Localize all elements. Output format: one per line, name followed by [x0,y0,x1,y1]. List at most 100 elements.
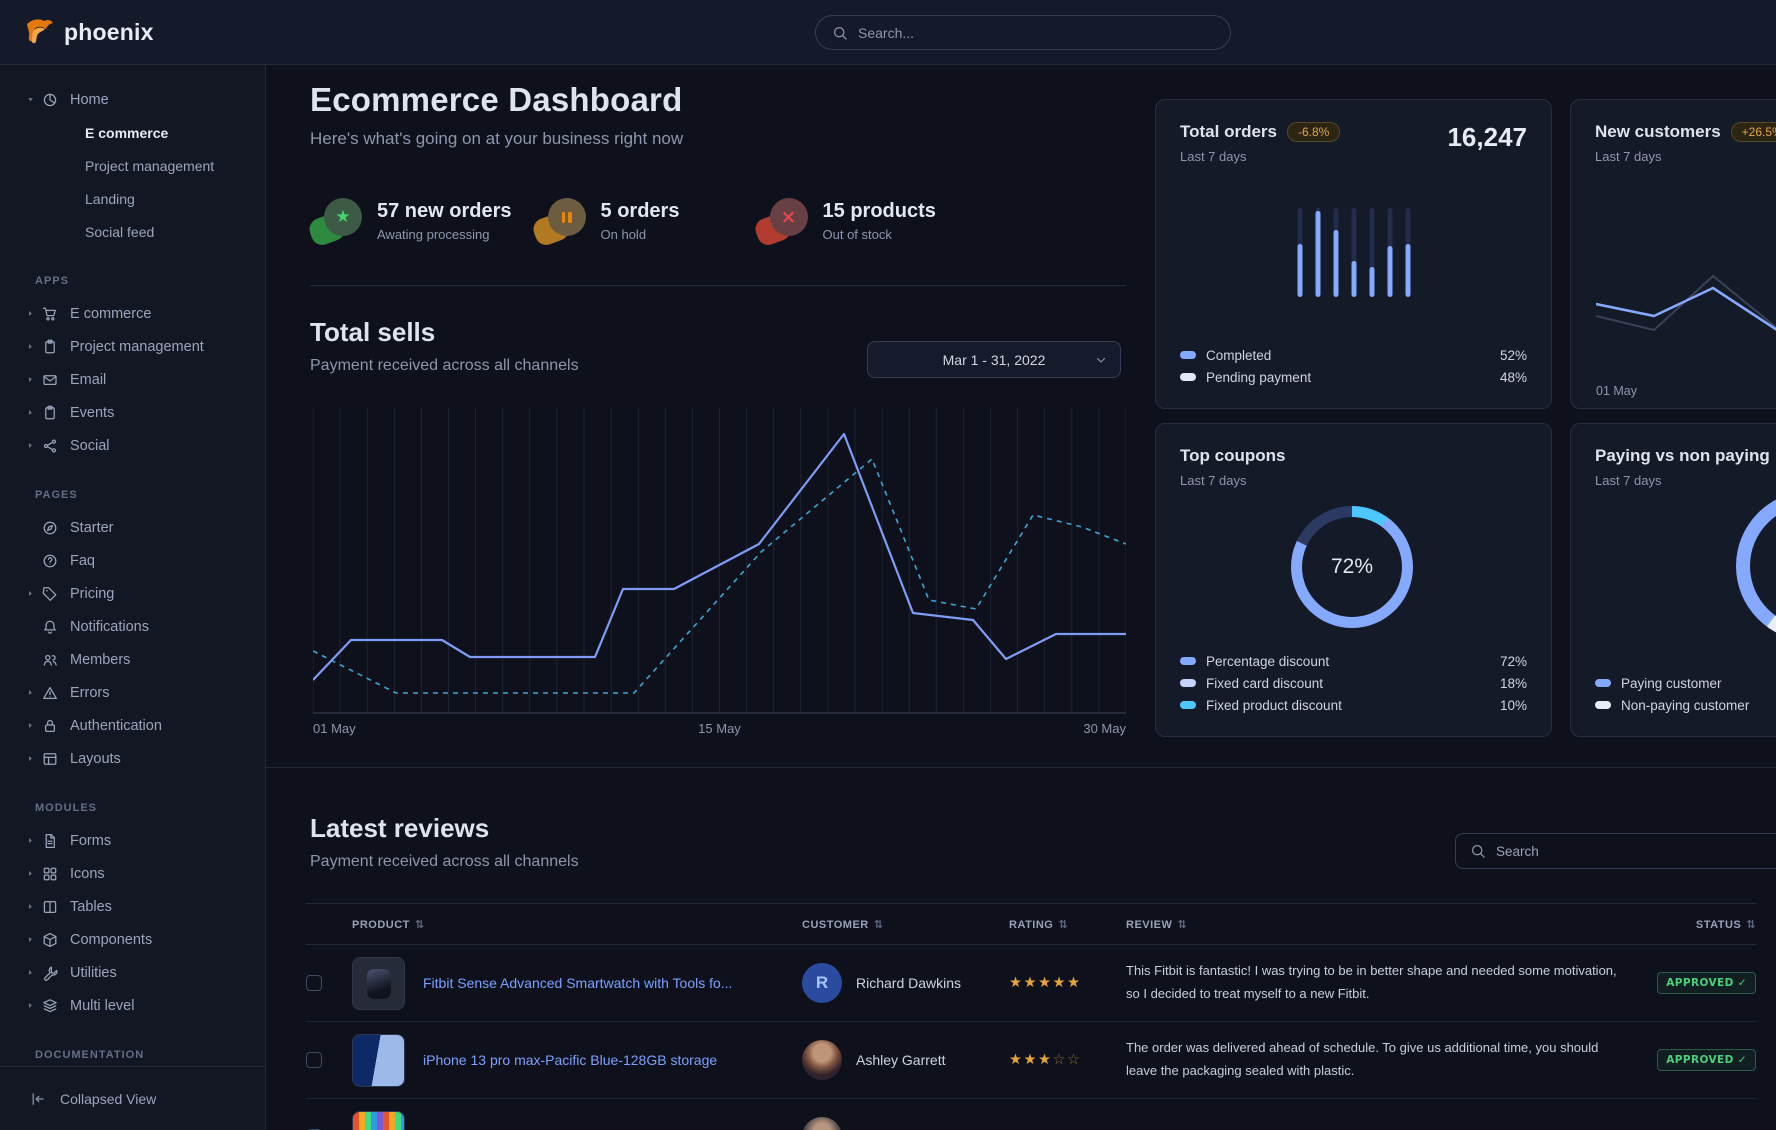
sidebar-item-tables[interactable]: Tables [0,890,265,923]
rating-stars: ★★★☆☆ [1009,1052,1082,1068]
sidebar-item-forms[interactable]: Forms [0,824,265,857]
sidebar-item-label: Social [70,438,110,454]
global-search[interactable] [815,15,1231,50]
bar [1297,208,1302,297]
column-header-product[interactable]: PRODUCT⇅ [352,918,802,931]
bar [1351,208,1356,297]
caret-right-icon [24,375,36,384]
clipboard-icon [42,339,58,355]
sidebar-item-label: Home [70,92,109,108]
legend-swatch [1180,679,1196,687]
sort-icon: ⇅ [1746,918,1756,931]
sidebar-item-pricing[interactable]: Pricing [0,577,265,610]
legend-row: Pending payment48% [1180,366,1527,388]
sidebar-item-icons[interactable]: Icons [0,857,265,890]
sidebar-item-label: Multi level [70,998,134,1014]
sidebar-item-label: Faq [70,553,95,569]
column-header-status[interactable]: STATUS⇅ [1660,918,1756,931]
legend-value: 72% [1500,654,1527,669]
pie-chart-icon [42,92,58,108]
date-range-select[interactable]: Mar 1 - 31, 2022 [867,341,1121,378]
orders-bar-chart [1297,208,1410,297]
search-icon [832,25,848,41]
row-checkbox[interactable] [306,1052,322,1068]
sidebar-items: HomeE commerceProject managementLandingS… [0,83,265,1071]
stat-badge-icon [534,198,588,244]
global-search-input[interactable] [858,25,1214,41]
stat-sublabel: On hold [601,227,680,242]
warning-icon [42,685,58,701]
reviews-search-input[interactable] [1496,844,1776,859]
sidebar-item-errors[interactable]: Errors [0,676,265,709]
calendar-icon [42,405,58,421]
total-sells-chart [313,408,1126,714]
card-title: New customers [1595,122,1721,142]
grid-icon [42,866,58,882]
caret-right-icon [24,1001,36,1010]
table-row: Fitbit Sense Advanced Smartwatch with To… [306,945,1756,1022]
phoenix-logo[interactable]: phoenix [24,18,154,46]
sidebar-item-project-management[interactable]: Project management [0,330,265,363]
caret-right-icon [24,441,36,450]
sidebar-item-email[interactable]: Email [0,363,265,396]
sidebar-item-label: Pricing [70,586,114,602]
legend-label: Paying customer [1621,676,1722,691]
bar [1315,208,1320,297]
sidebar-subitem-project-management[interactable]: Project management [0,149,265,182]
sidebar-item-notifications[interactable]: Notifications [0,610,265,643]
stat-badge-icon: × [756,198,810,244]
card-title: Paying vs non paying [1595,446,1770,466]
donut-center-value: 72% [1331,555,1373,579]
sidebar-item-faq[interactable]: Faq [0,544,265,577]
bar [1387,208,1392,297]
bell-icon [42,619,58,635]
card-period: Last 7 days [1180,149,1340,164]
x-tick: 01 May [313,721,356,736]
sidebar-section-label: PAGES [0,478,265,511]
legend-value: 10% [1500,698,1527,713]
x-icon: × [781,208,797,227]
tag-icon [42,586,58,602]
page-title: Ecommerce Dashboard [310,81,683,119]
app-root: phoenix HomeE commerceProject management… [0,0,1776,1130]
sidebar-item-utilities[interactable]: Utilities [0,956,265,989]
product-thumbnail [352,1034,405,1087]
sidebar-item-authentication[interactable]: Authentication [0,709,265,742]
sidebar-item-social[interactable]: Social [0,429,265,462]
legend-label: Percentage discount [1206,654,1329,669]
caret-right-icon [24,589,36,598]
sidebar-subitem-e-commerce[interactable]: E commerce [0,116,265,149]
sidebar-item-label: Layouts [70,751,121,767]
brand-name: phoenix [64,19,154,46]
customer-name: Richard Dawkins [856,975,961,991]
product-link[interactable]: iPhone 13 pro max-Pacific Blue-128GB sto… [423,1052,717,1068]
sidebar-item-layouts[interactable]: Layouts [0,742,265,775]
row-checkbox[interactable] [306,975,322,991]
column-header-review[interactable]: REVIEW⇅ [1126,918,1660,931]
total-orders-card: Total orders -6.8% Last 7 days 16,247 Co… [1155,99,1552,409]
reviews-search[interactable] [1455,833,1776,869]
collapsed-view-toggle[interactable]: Collapsed View [0,1066,265,1130]
new-customers-card: New customers +26.5% Last 7 days 01 May [1570,99,1776,409]
sidebar-item-multi-level[interactable]: Multi level [0,989,265,1022]
stat-sublabel: Awating processing [377,227,512,242]
legend-row: Fixed product discount10% [1180,694,1527,716]
sidebar-item-starter[interactable]: Starter [0,511,265,544]
compass-icon [42,520,58,536]
sidebar-subitem-landing[interactable]: Landing [0,182,265,215]
column-header-rating[interactable]: RATING⇅ [1009,918,1126,931]
caret-right-icon [24,754,36,763]
legend-swatch [1595,701,1611,709]
sidebar-item-members[interactable]: Members [0,643,265,676]
sidebar-subitem-social-feed[interactable]: Social feed [0,215,265,248]
sidebar-item-components[interactable]: Components [0,923,265,956]
stat-sublabel: Out of stock [823,227,936,242]
sidebar-item-e-commerce[interactable]: E commerce [0,297,265,330]
legend-swatch [1595,679,1611,687]
product-link[interactable]: Fitbit Sense Advanced Smartwatch with To… [423,975,732,991]
sidebar-item-events[interactable]: Events [0,396,265,429]
x-tick: 30 May [1083,721,1126,736]
sidebar-item-home[interactable]: Home [0,83,265,116]
sort-icon: ⇅ [415,918,425,931]
column-header-customer[interactable]: CUSTOMER⇅ [802,918,1009,931]
